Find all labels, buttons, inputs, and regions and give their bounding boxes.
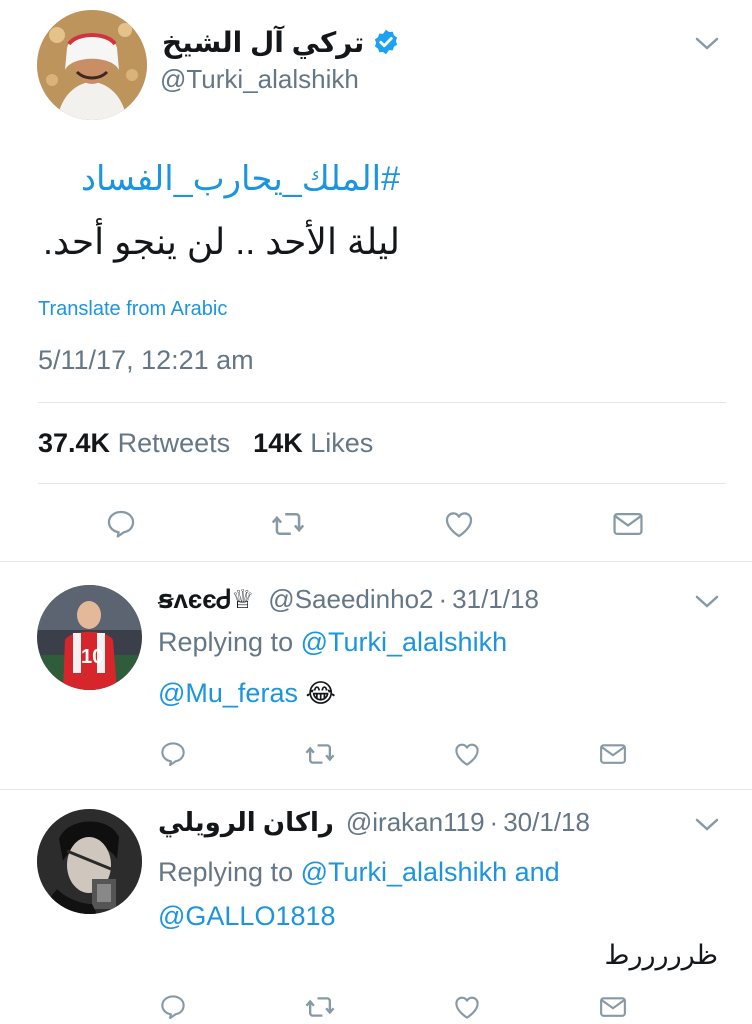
translate-link[interactable]: Translate from Arabic [38, 298, 227, 321]
replying-to-link[interactable]: @Turki_alalshikh [301, 857, 507, 887]
replying-to-label: Replying to [158, 857, 294, 887]
chevron-down-icon[interactable] [694, 817, 720, 833]
likes-label[interactable]: Likes [310, 428, 373, 458]
reply-date[interactable]: 31/1/18 [452, 584, 539, 615]
reply-author-display-name[interactable]: ꞩᴧєєᏧ♕ [158, 584, 254, 616]
dm-icon[interactable] [597, 739, 629, 769]
likes-count[interactable]: 14K [253, 428, 303, 458]
like-icon[interactable] [451, 992, 483, 1022]
avatar-turki[interactable] [37, 10, 147, 120]
chevron-down-icon[interactable] [694, 36, 720, 52]
chevron-down-icon[interactable] [694, 594, 720, 610]
avatar-image [37, 809, 142, 914]
author-handle[interactable]: @Turki_alalshikh [160, 64, 359, 95]
tweet-timestamp: 5/11/17, 12:21 am [38, 345, 254, 375]
like-icon[interactable] [441, 507, 477, 541]
avatar-saeedinho[interactable]: 10 [37, 585, 142, 690]
divider [0, 561, 752, 562]
reply-author-display-name[interactable]: راكان الرويلي [158, 807, 334, 838]
reply-author-handle[interactable]: @Saeedinho2 [268, 584, 433, 615]
reply-date[interactable]: 30/1/18 [503, 807, 590, 838]
tweet-hashtag[interactable]: #الملك_يحارب_الفساد [80, 158, 400, 200]
dm-icon[interactable] [597, 992, 629, 1022]
reply-icon[interactable] [158, 739, 188, 769]
divider [38, 402, 726, 403]
author-display-name[interactable]: تركي آل الشيخ [162, 26, 364, 59]
mention-link[interactable]: @Mu_feras [158, 678, 298, 708]
avatar-image: 10 [37, 585, 142, 690]
retweets-label[interactable]: Retweets [118, 428, 231, 458]
retweet-icon[interactable] [304, 739, 336, 769]
retweets-count[interactable]: 37.4K [38, 428, 110, 458]
reply-author-handle[interactable]: @irakan119 [346, 807, 485, 838]
tweet-text: ليلة الأحد .. لن ينجو أحد. [43, 221, 400, 262]
avatar-image [37, 10, 147, 120]
verified-badge-icon [372, 28, 400, 56]
replying-to-link[interactable]: @Turki_alalshikh [301, 627, 507, 657]
tears-of-joy-emoji: 😂 [305, 678, 336, 708]
replying-to-link-2[interactable]: @GALLO1818 [158, 901, 336, 931]
reply-icon[interactable] [104, 507, 138, 541]
separator-dot: · [438, 584, 448, 614]
replying-to-label: Replying to [158, 627, 294, 657]
tweet-stats: 37.4K Retweets 14K Likes [38, 428, 373, 459]
divider [0, 789, 752, 790]
separator-dot: · [489, 807, 499, 837]
avatar-irakan[interactable] [37, 809, 142, 914]
retweet-icon[interactable] [304, 992, 336, 1022]
reply-icon[interactable] [158, 992, 188, 1022]
dm-icon[interactable] [610, 507, 646, 541]
replying-to-and: and [514, 857, 560, 887]
like-icon[interactable] [451, 739, 483, 769]
reply-text: ظرررررط [604, 940, 718, 970]
svg-text:10: 10 [81, 646, 103, 668]
retweet-icon[interactable] [270, 507, 306, 541]
divider [38, 483, 726, 484]
